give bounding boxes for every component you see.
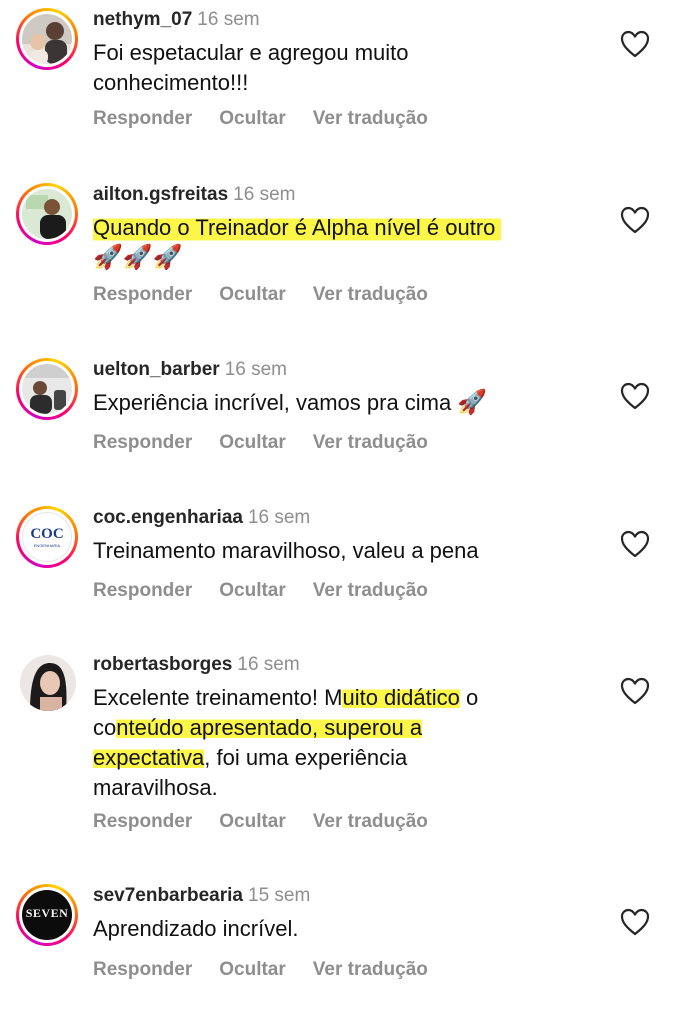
timestamp: 16 sem: [237, 654, 300, 675]
translate-button[interactable]: Ver tradução: [313, 284, 428, 305]
username[interactable]: sev7enbarbearia: [93, 885, 243, 906]
highlighted-text: uito didático: [342, 685, 460, 710]
comment-text-segment: co: [93, 715, 117, 740]
avatar-logo-sub: ENGENHARIA: [33, 543, 61, 548]
comment-text: Foi espetacular e agregou muito conhecim…: [93, 38, 563, 98]
comment-line: Foi espetacular e agregou muito: [93, 40, 409, 65]
hide-button[interactable]: Ocultar: [219, 108, 286, 129]
comment-line-text: Experiência incrível, vamos pra cima: [93, 390, 452, 415]
comment-item: robertasborges 16 sem Excelente treinamen…: [0, 653, 684, 843]
comment-actions: Responder Ocultar Ver tradução: [93, 580, 455, 602]
comment-text-segment: , foi uma experiência: [204, 745, 408, 770]
comment-line: conhecimento!!!: [93, 70, 249, 95]
avatar: [20, 655, 76, 711]
reply-button[interactable]: Responder: [93, 811, 192, 832]
comment-actions: Responder Ocultar Ver tradução: [93, 959, 455, 981]
reply-button[interactable]: Responder: [93, 580, 192, 601]
comment-text: Quando o Treinador é Alpha nível é outro…: [93, 213, 563, 273]
username[interactable]: coc.engenhariaa: [93, 507, 243, 528]
username[interactable]: nethym_07: [93, 9, 192, 30]
comment-line: conteúdo apresentado, superou a: [93, 713, 563, 743]
comment-actions: Responder Ocultar Ver tradução: [93, 432, 455, 454]
username[interactable]: uelton_barber: [93, 359, 220, 380]
highlighted-text: nteúdo apresentado, superou a: [116, 715, 423, 740]
comment-line: Excelente treinamento! Muito didático o: [93, 683, 563, 713]
comment-line: Experiência incrível, vamos pra cima 🚀: [93, 388, 563, 418]
rocket-emoji: 🚀: [457, 389, 488, 416]
avatar: [22, 14, 72, 64]
story-ring[interactable]: SEVEN: [16, 884, 78, 946]
comment-item: ailton.gsfreitas 16 sem Quando o Treinado…: [0, 183, 684, 313]
hide-button[interactable]: Ocultar: [219, 580, 286, 601]
reply-button[interactable]: Responder: [93, 284, 192, 305]
emoji-line: 🚀🚀🚀: [93, 244, 183, 271]
story-ring[interactable]: [16, 8, 78, 70]
hide-button[interactable]: Ocultar: [219, 959, 286, 980]
comment-text-segment: Excelente treinamento! M: [93, 685, 343, 710]
heart-outline-icon[interactable]: [620, 530, 650, 558]
hide-button[interactable]: Ocultar: [219, 811, 286, 832]
reply-button[interactable]: Responder: [93, 959, 192, 980]
reply-button[interactable]: Responder: [93, 108, 192, 129]
comment-item: uelton_barber 16 sem Experiência incrível…: [0, 358, 684, 458]
comment-item: SEVEN sev7enbarbearia 15 sem Aprendizado …: [0, 884, 684, 984]
comment-line: Quando o Treinador é Alpha nível é outro: [93, 213, 502, 243]
translate-button[interactable]: Ver tradução: [313, 580, 428, 601]
heart-outline-icon[interactable]: [620, 30, 650, 58]
avatar: [22, 189, 72, 239]
comment-header: nethym_07 16 sem: [93, 8, 260, 32]
timestamp: 16 sem: [233, 184, 296, 205]
comment-text: Excelente treinamento! Muito didático o …: [93, 683, 563, 803]
translate-button[interactable]: Ver tradução: [313, 811, 428, 832]
avatar-logo: SEVEN: [25, 906, 69, 920]
comment-text: Aprendizado incrível.: [93, 914, 563, 944]
heart-outline-icon[interactable]: [620, 206, 650, 234]
timestamp: 15 sem: [248, 885, 311, 906]
timestamp: 16 sem: [247, 507, 311, 528]
username[interactable]: robertasborges: [93, 654, 232, 675]
comment-text: Treinamento maravilhoso, valeu a pena: [93, 536, 563, 566]
avatar: SEVEN: [22, 890, 72, 940]
heart-outline-icon[interactable]: [620, 908, 650, 936]
comment-header: ailton.gsfreitas 16 sem: [93, 183, 295, 207]
avatar: [22, 364, 72, 414]
story-ring[interactable]: [16, 358, 78, 420]
comment-header: robertasborges 16 sem: [93, 653, 300, 677]
comment-header: sev7enbarbearia 15 sem: [93, 884, 310, 908]
username[interactable]: ailton.gsfreitas: [93, 184, 228, 205]
timestamp: 16 sem: [224, 359, 288, 380]
story-ring[interactable]: COC ENGENHARIA: [16, 506, 78, 568]
comment-text-segment: o: [459, 685, 479, 710]
comment-actions: Responder Ocultar Ver tradução: [93, 811, 455, 833]
highlighted-text: expectativa: [93, 745, 205, 770]
hide-button[interactable]: Ocultar: [219, 284, 286, 305]
comment-header: uelton_barber 16 sem: [93, 358, 287, 382]
comment-actions: Responder Ocultar Ver tradução: [93, 284, 455, 306]
comment-line: Aprendizado incrível.: [93, 916, 299, 941]
comment-item: nethym_07 16 sem Foi espetacular e agrego…: [0, 8, 684, 138]
timestamp: 16 sem: [197, 9, 260, 30]
translate-button[interactable]: Ver tradução: [313, 959, 428, 980]
avatar: COC ENGENHARIA: [22, 512, 72, 562]
translate-button[interactable]: Ver tradução: [313, 432, 428, 453]
avatar-logo: COC: [30, 526, 64, 542]
comment-actions: Responder Ocultar Ver tradução: [93, 108, 455, 130]
comment-line: Treinamento maravilhoso, valeu a pena: [93, 538, 479, 563]
comment-header: coc.engenhariaa 16 sem: [93, 506, 310, 530]
comment-item: COC ENGENHARIA coc.engenhariaa 16 sem Tre…: [0, 506, 684, 606]
reply-button[interactable]: Responder: [93, 432, 192, 453]
hide-button[interactable]: Ocultar: [219, 432, 286, 453]
story-ring[interactable]: [16, 183, 78, 245]
comment-line: expectativa, foi uma experiência: [93, 743, 563, 773]
translate-button[interactable]: Ver tradução: [313, 108, 428, 129]
comment-line: maravilhosa.: [93, 775, 218, 800]
heart-outline-icon[interactable]: [620, 382, 650, 410]
heart-outline-icon[interactable]: [620, 677, 650, 705]
comment-text: Experiência incrível, vamos pra cima 🚀: [93, 388, 563, 418]
